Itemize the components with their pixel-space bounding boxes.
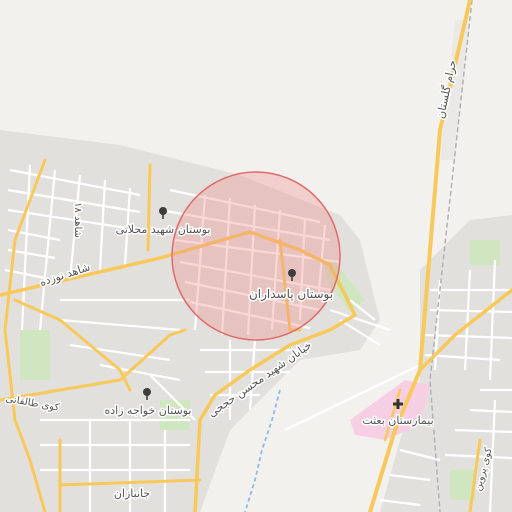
park-mahallati-label: بوستان شهید محلاتی [116, 223, 211, 236]
park-khajezadeh-label: بوستان خواجه زاده [105, 404, 192, 417]
map-view[interactable]: بوستان پاسداران بوستان شهید محلاتی بوستا… [0, 0, 512, 512]
park-paasdaran-label: بوستان پاسداران [249, 287, 333, 302]
street-jaanbazan-label: جانبازان [114, 487, 150, 500]
hospital-besat-label: بیمارستان بعثت [362, 414, 433, 427]
street-shahed-vertical-label: شاهد ۱۸ [72, 202, 83, 238]
map-canvas: بوستان پاسداران بوستان شهید محلاتی بوستا… [0, 0, 512, 512]
highlight-circle[interactable] [171, 171, 341, 341]
